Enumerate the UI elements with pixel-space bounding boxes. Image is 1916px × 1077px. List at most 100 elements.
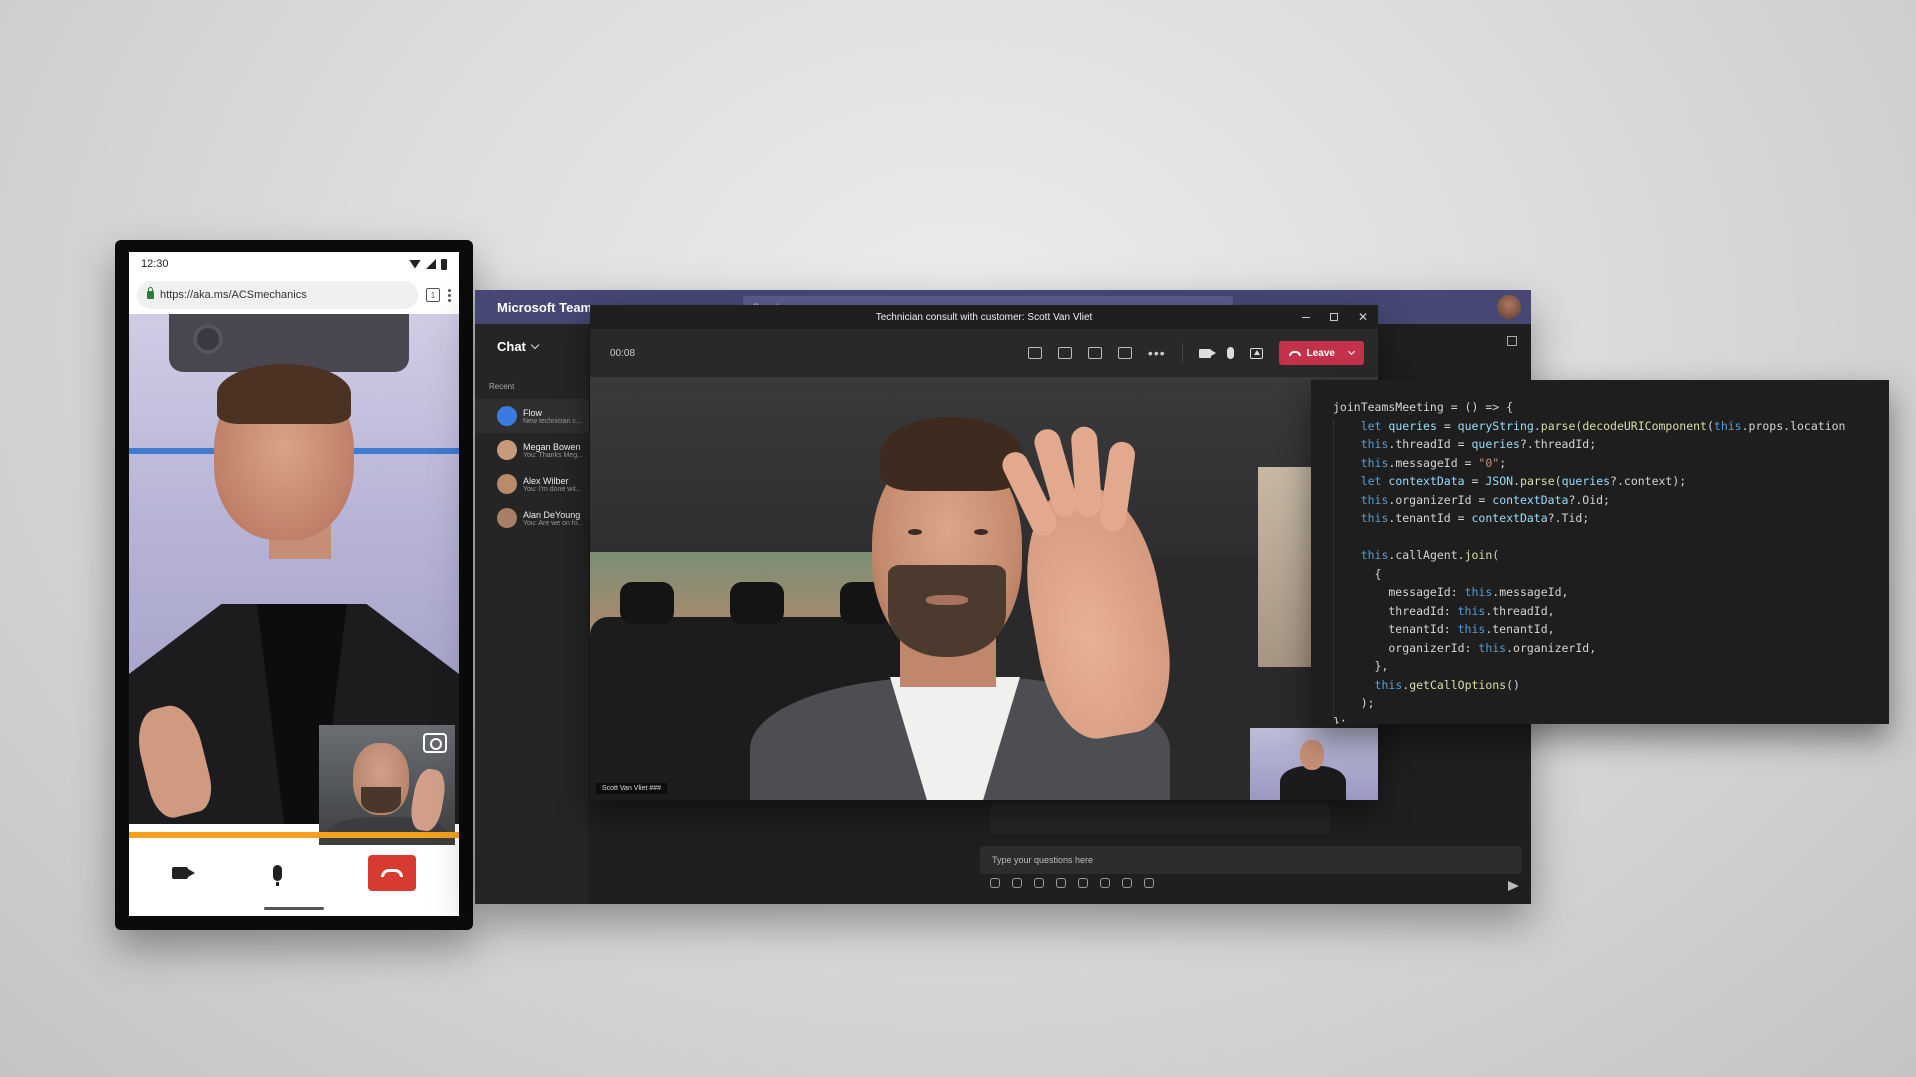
chat-list-item[interactable]: Flow New technician c... [475, 399, 589, 433]
participant-video-feed: Scott Van Vliet ### [590, 377, 1378, 800]
code-line: tenantId: this.tenantId, [1333, 622, 1555, 636]
code-line: threadId: this.threadId, [1333, 603, 1555, 618]
code-line: }, [1333, 659, 1389, 673]
self-view-body [1280, 766, 1346, 800]
flow-avatar-icon [497, 406, 517, 426]
window-controls: ✕ [1301, 305, 1368, 329]
loop-icon[interactable] [1122, 878, 1132, 888]
recent-label: Recent [489, 382, 515, 391]
more-options-icon[interactable] [448, 288, 451, 302]
chat-list-item[interactable]: Alex Wilber You: I'm done wit... [475, 467, 589, 501]
leave-phone-icon [1288, 350, 1301, 356]
meeting-toolbar: 00:08 ••• Leave [590, 329, 1378, 377]
meeting-controls: ••• Leave [1027, 341, 1364, 365]
chat-text: Megan Bowen You: Thanks Meg... [523, 442, 583, 459]
self-view-head [1300, 740, 1324, 770]
self-view-video[interactable] [1250, 728, 1378, 800]
send-icon[interactable] [1508, 881, 1519, 891]
camera-switch-icon[interactable] [423, 733, 447, 753]
emoji-icon[interactable] [1012, 878, 1022, 888]
phone-call-controls [129, 838, 459, 908]
indent-guide [1333, 420, 1334, 720]
minimize-icon[interactable] [1301, 316, 1310, 318]
code-line: ); [1333, 696, 1375, 710]
pip-hand [407, 766, 449, 834]
meeting-window: Technician consult with customer: Scott … [590, 305, 1378, 800]
code-line: let contextData = JSON.parse(queries?.co… [1360, 474, 1687, 488]
hang-up-icon [381, 869, 404, 877]
chat-name: Alan DeYoung [523, 509, 581, 520]
home-indicator[interactable] [264, 907, 324, 910]
chevron-down-icon[interactable] [1347, 347, 1356, 356]
chat-name: Alex Wilber [523, 475, 569, 486]
avatar [497, 474, 517, 494]
meet-icon[interactable] [1078, 878, 1088, 888]
compose-input[interactable]: Type your questions here [980, 846, 1522, 874]
user-avatar[interactable] [1497, 295, 1521, 319]
close-icon[interactable]: ✕ [1358, 311, 1368, 323]
browser-url-text: https://aka.ms/ACSmechanics [160, 289, 307, 301]
code-line: messageId: this.messageId, [1333, 585, 1569, 599]
sticker-icon[interactable] [1056, 878, 1066, 888]
chevron-down-icon [530, 340, 540, 349]
browser-url-row: https://aka.ms/ACSmechanics 1 [129, 276, 459, 314]
code-line: this.callAgent.join( [1360, 548, 1500, 562]
leave-button[interactable]: Leave [1278, 341, 1364, 365]
code-line: this.organizerId = contextData?.Oid; [1360, 492, 1610, 507]
teams-app-title: Microsoft Teams [497, 299, 600, 315]
toolbar-divider [1181, 343, 1183, 363]
avatar [497, 508, 517, 528]
local-video-preview[interactable] [319, 725, 455, 845]
person-eye [908, 529, 922, 535]
praise-icon[interactable] [1100, 878, 1110, 888]
avatar [497, 440, 517, 460]
code-line: this.messageId = "0"; [1360, 455, 1507, 470]
pip-beard [361, 787, 401, 813]
video-camera-icon[interactable] [171, 867, 195, 879]
camera-icon[interactable] [1198, 348, 1216, 358]
phone-status-bar: 12:30 [129, 252, 459, 276]
participants-icon[interactable] [1027, 347, 1042, 359]
format-icon[interactable] [990, 878, 1000, 888]
maximize-icon[interactable] [1329, 313, 1338, 321]
code-line: this.tenantId = contextData?.Tid; [1360, 511, 1590, 525]
chat-text: Alan DeYoung You: Are we on fo... [523, 510, 583, 527]
chat-icon[interactable] [1057, 347, 1072, 359]
more-actions-icon[interactable]: ••• [1148, 346, 1166, 360]
gif-icon[interactable] [1034, 878, 1044, 888]
share-screen-icon[interactable] [1249, 347, 1263, 359]
signal-icon [426, 259, 436, 269]
more-icon[interactable] [1144, 878, 1154, 888]
code-line: }; [1333, 714, 1347, 725]
raise-hand-icon[interactable] [1087, 347, 1102, 359]
phone-device: 12:30 https://aka.ms/ACSmechanics 1 [115, 240, 473, 930]
person-eye [974, 529, 988, 535]
chat-list-item[interactable]: Megan Bowen You: Thanks Meg... [475, 433, 589, 467]
meeting-title: Technician consult with customer: Scott … [875, 311, 1093, 323]
chat-name: Flow [523, 407, 543, 418]
chat-name: Megan Bowen [523, 441, 581, 452]
chat-preview: You: I'm done wit... [523, 485, 582, 493]
code-line: joinTeamsMeeting = () => { [1333, 400, 1514, 414]
code-lines: joinTeamsMeeting = () => { let queries =… [1333, 398, 1889, 724]
person-beard [888, 565, 1006, 657]
leave-label: Leave [1306, 347, 1335, 359]
chat-preview: New technician c... [523, 417, 582, 425]
code-line: this.getCallOptions() [1374, 677, 1520, 692]
microphone-icon[interactable] [273, 865, 283, 886]
tabs-icon[interactable]: 1 [426, 288, 440, 302]
chat-list-item[interactable]: Alan DeYoung You: Are we on fo... [475, 501, 589, 535]
battery-icon [441, 258, 447, 270]
person-hair [217, 364, 351, 424]
message-card [990, 804, 1330, 834]
rooms-icon[interactable] [1117, 347, 1132, 359]
chat-header-label: Chat [497, 338, 526, 354]
headrest [730, 582, 784, 624]
hang-up-button[interactable] [368, 855, 417, 891]
popout-icon[interactable] [1507, 336, 1517, 346]
chat-header[interactable]: Chat [475, 324, 589, 368]
meeting-titlebar: Technician consult with customer: Scott … [590, 305, 1378, 329]
browser-address-bar[interactable]: https://aka.ms/ACSmechanics [137, 281, 418, 309]
call-timer: 00:08 [610, 347, 636, 359]
mic-icon[interactable] [1226, 347, 1234, 359]
